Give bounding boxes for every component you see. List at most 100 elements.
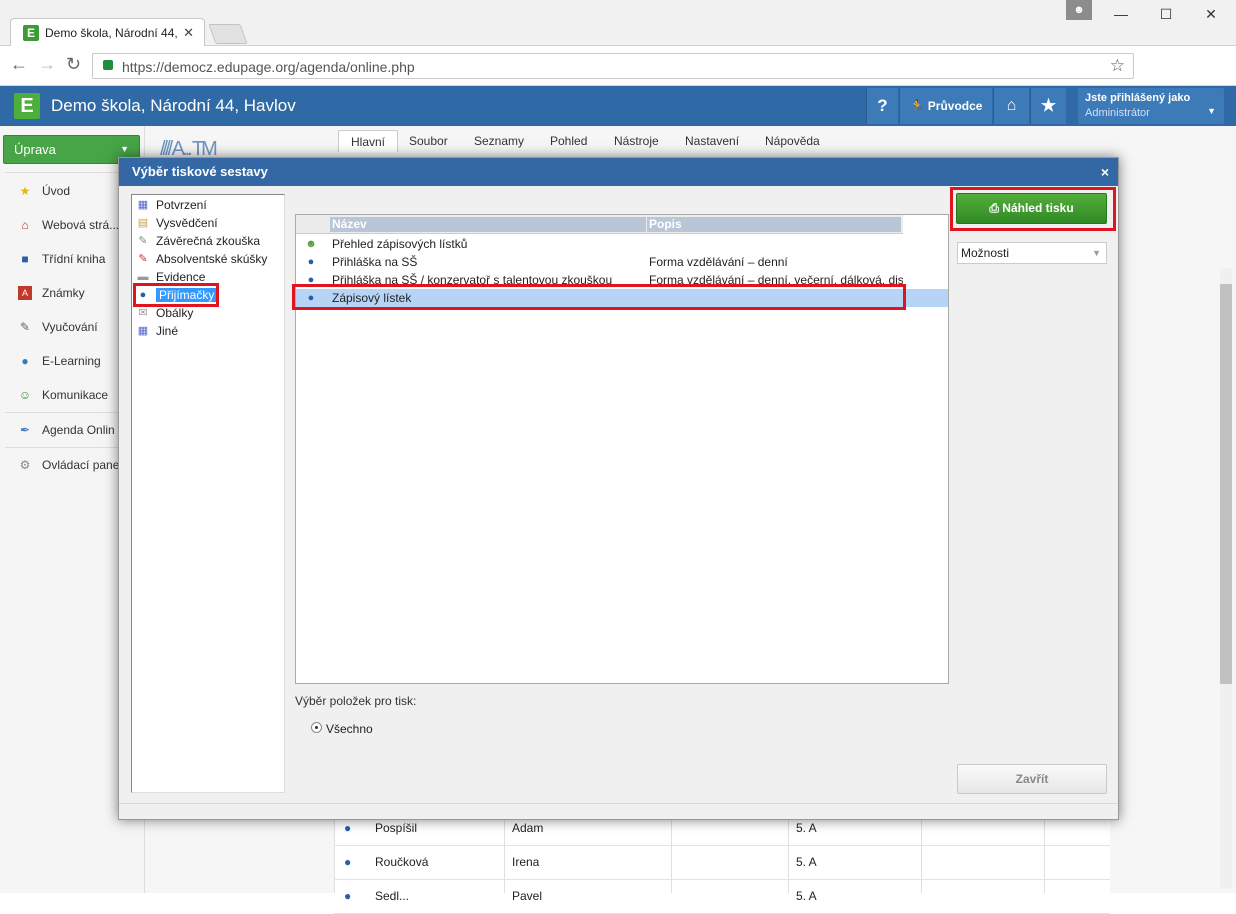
surname-cell: Pospíšil — [375, 821, 418, 835]
bookmark-star-icon[interactable]: ☆ — [1110, 56, 1125, 76]
pen-icon: ✒ — [19, 422, 31, 437]
divider — [119, 803, 1118, 804]
people-icon: ☺ — [18, 387, 32, 402]
table-row[interactable]: ● Roučková Irena 5. A — [334, 846, 1110, 880]
name-cell: Pavel — [512, 889, 543, 903]
report-icon: ▤ — [137, 216, 149, 229]
edupage-logo[interactable]: E — [14, 93, 40, 119]
url-text: https://democz.edupage.org/agenda/online… — [122, 59, 415, 75]
category-label: Obálky — [156, 305, 194, 320]
person-icon: ● — [344, 889, 352, 903]
tab-title: Demo škola, Národní 44, — [45, 26, 178, 40]
evidence-icon: ▬ — [137, 270, 149, 283]
certificate-icon: ▦ — [137, 198, 149, 211]
group-icon: ☻ — [305, 238, 317, 250]
user-menu[interactable]: Jste přihlášený jako Administrátor ▼ — [1078, 88, 1224, 124]
category-potvrzeni[interactable]: ▦ Potvrzení — [136, 197, 207, 215]
tab-nastaveni[interactable]: Nastavení — [673, 130, 751, 152]
category-absolventske-skusky[interactable]: ✎ Absolventské skúšky — [136, 251, 267, 269]
person-icon: ● — [344, 855, 352, 869]
reload-icon[interactable]: ↻ — [66, 54, 81, 75]
page-scrollbar[interactable] — [1220, 268, 1232, 888]
url-bar[interactable]: https://democz.edupage.org/agenda/online… — [92, 53, 1134, 79]
favorites-star-icon[interactable]: ★ — [1030, 88, 1066, 124]
globe-icon: ● — [21, 353, 29, 368]
chevron-down-icon: ▼ — [1092, 248, 1101, 258]
sidebar-item-label: Známky — [42, 285, 85, 300]
divider — [671, 812, 672, 893]
print-report-dialog: Výběr tiskové sestavy × ▦ Potvrzení ▤ Vysv… — [118, 157, 1119, 820]
close-window-button[interactable]: ✕ — [1191, 2, 1231, 26]
new-tab-button[interactable] — [208, 24, 248, 44]
column-header-description[interactable]: Popis — [647, 217, 901, 232]
gear-icon: ⚙ — [19, 457, 31, 472]
category-jine[interactable]: ▦ Jiné — [136, 323, 178, 341]
sidebar-item-label: Webová strá... — [42, 217, 120, 232]
options-select-value: Možnosti — [961, 246, 1010, 260]
back-icon[interactable]: ← — [10, 54, 28, 75]
asc-logo: //// A... TM — [160, 138, 218, 160]
dialog-title: Výběr tiskové sestavy — [132, 164, 268, 179]
category-obalky[interactable]: ✉ Obálky — [136, 305, 193, 323]
help-button[interactable]: ? — [866, 88, 898, 124]
report-name: Přihláška na SŠ — [332, 255, 418, 269]
home-icon[interactable]: ⌂ — [993, 88, 1029, 124]
radio-all-label[interactable]: Všechno — [326, 722, 373, 736]
tab-soubor[interactable]: Soubor — [397, 130, 460, 152]
guide-button[interactable]: 🏃 Průvodce — [899, 88, 992, 124]
divider — [504, 812, 505, 893]
surname-cell: Roučková — [375, 855, 429, 869]
person-icon: ● — [307, 256, 315, 268]
chevron-down-icon: ▼ — [1207, 106, 1216, 116]
report-row[interactable]: ● Přihláška na SŠ Forma vzdělávání – denní — [296, 253, 948, 271]
print-preview-button[interactable]: ⎙ Náhled tisku — [956, 193, 1107, 224]
tab-seznamy[interactable]: Seznamy — [462, 130, 536, 152]
browser-profile-icon[interactable]: ☻ — [1066, 0, 1092, 20]
browser-tab[interactable]: E Demo škola, Národní 44, ✕ — [10, 18, 205, 46]
column-header-name[interactable]: Název — [330, 217, 646, 232]
report-name: Přehled zápisových lístků — [332, 237, 468, 251]
category-vysvedceni[interactable]: ▤ Vysvědčení — [136, 215, 218, 233]
items-for-print-label: Výběr položek pro tisk: — [295, 694, 417, 708]
lock-icon — [103, 60, 113, 70]
divider — [788, 812, 789, 893]
sidebar-item-label: Třídní kniha — [42, 251, 106, 266]
login-caption: Jste přihlášený jako — [1085, 92, 1191, 104]
report-row[interactable]: ☻ Přehled zápisových lístků — [296, 235, 948, 253]
options-select[interactable]: Možnosti ▼ — [957, 242, 1107, 264]
category-highlight-box — [133, 283, 219, 307]
forward-icon[interactable]: → — [38, 54, 56, 75]
tab-nastroje[interactable]: Nástroje — [602, 130, 671, 152]
sidebar-item-label: Komunikace — [42, 387, 109, 402]
category-zaverecna-zkouska[interactable]: ✎ Závěrečná zkouška — [136, 233, 260, 251]
minimize-button[interactable]: — — [1101, 2, 1141, 26]
dialog-titlebar: Výběr tiskové sestavy × — [119, 158, 1118, 186]
table-row[interactable]: ● Sedl... Pavel 5. A — [334, 880, 1110, 914]
scrollbar-thumb[interactable] — [1220, 284, 1232, 684]
envelope-icon: ✉ — [138, 306, 148, 319]
edit-menu-label: Úprava — [14, 142, 56, 157]
login-user: Administrátor — [1085, 107, 1150, 119]
walking-icon: 🏃 — [909, 99, 925, 113]
divider — [921, 812, 922, 893]
printer-icon: ⎙ — [989, 201, 999, 215]
students-table: ● Pospíšil Adam 5. A ● Roučková Irena 5.… — [334, 812, 1110, 914]
tab-napoveda[interactable]: Nápověda — [753, 130, 832, 152]
sidebar-item-label: Agenda Onlin — [42, 422, 115, 437]
sidebar-item-label: Vyučování — [42, 319, 98, 334]
name-cell: Irena — [512, 855, 540, 869]
category-label: Závěrečná zkouška — [156, 233, 261, 248]
sidebar-item-label: Ovládací pane — [42, 457, 120, 472]
tab-hlavni[interactable]: Hlavní — [338, 130, 399, 152]
dialog-close-icon[interactable]: × — [1101, 158, 1109, 186]
tab-close-icon[interactable]: ✕ — [183, 25, 194, 41]
grades-icon: A — [18, 285, 32, 300]
divider — [334, 812, 335, 893]
radio-all[interactable] — [311, 722, 322, 733]
tab-pohled[interactable]: Pohled — [538, 130, 599, 152]
maximize-button[interactable]: ☐ — [1146, 2, 1186, 26]
edupage-favicon-icon: E — [23, 25, 39, 41]
house-icon: ⌂ — [21, 217, 29, 232]
close-button[interactable]: Zavřít — [957, 764, 1107, 794]
print-preview-label: Náhled tisku — [1002, 201, 1074, 215]
